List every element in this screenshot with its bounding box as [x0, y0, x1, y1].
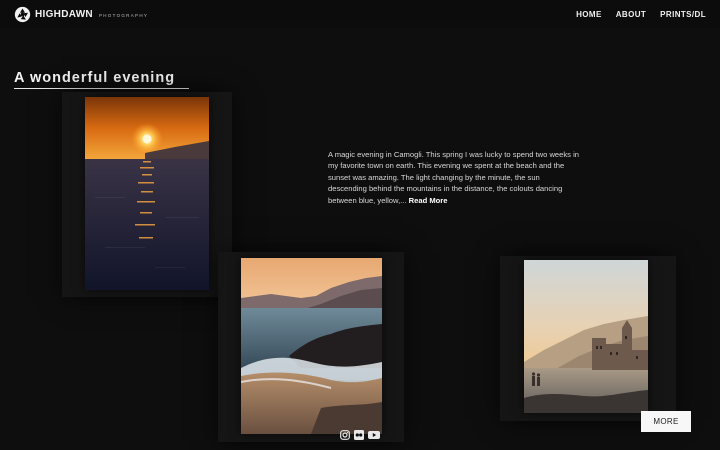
read-more-link[interactable]: Read More	[409, 196, 448, 205]
photo-castle-coast[interactable]	[524, 260, 648, 413]
social-links	[340, 430, 380, 440]
youtube-icon[interactable]	[368, 430, 380, 440]
nav-home[interactable]: HOME	[576, 10, 602, 19]
post-description: A magic evening in Camogli. This spring …	[328, 149, 580, 206]
instagram-icon[interactable]	[340, 430, 350, 440]
more-button[interactable]: MORE	[641, 411, 691, 432]
photo-sunset-sea[interactable]	[85, 97, 209, 290]
post-title: A wonderful evening	[14, 70, 190, 89]
post-description-text: A magic evening in Camogli. This spring …	[328, 150, 579, 205]
brand-subtitle: PHOTOGRAPHY	[98, 12, 149, 18]
site-logo[interactable]: HIGHDAWN PHOTOGRAPHY	[14, 6, 148, 22]
site-header: HIGHDAWN PHOTOGRAPHY HOME ABOUT PRINTS/D…	[0, 0, 720, 28]
nav-prints-dl[interactable]: PRINTS/DL	[660, 10, 706, 19]
aperture-logo-icon	[14, 6, 31, 22]
flickr-icon[interactable]	[354, 430, 364, 440]
main-nav: HOME ABOUT PRINTS/DL	[576, 10, 706, 19]
nav-about[interactable]: ABOUT	[616, 10, 646, 19]
photo-rocky-beach[interactable]	[241, 258, 382, 434]
brand-name: HIGHDAWN	[35, 8, 93, 20]
